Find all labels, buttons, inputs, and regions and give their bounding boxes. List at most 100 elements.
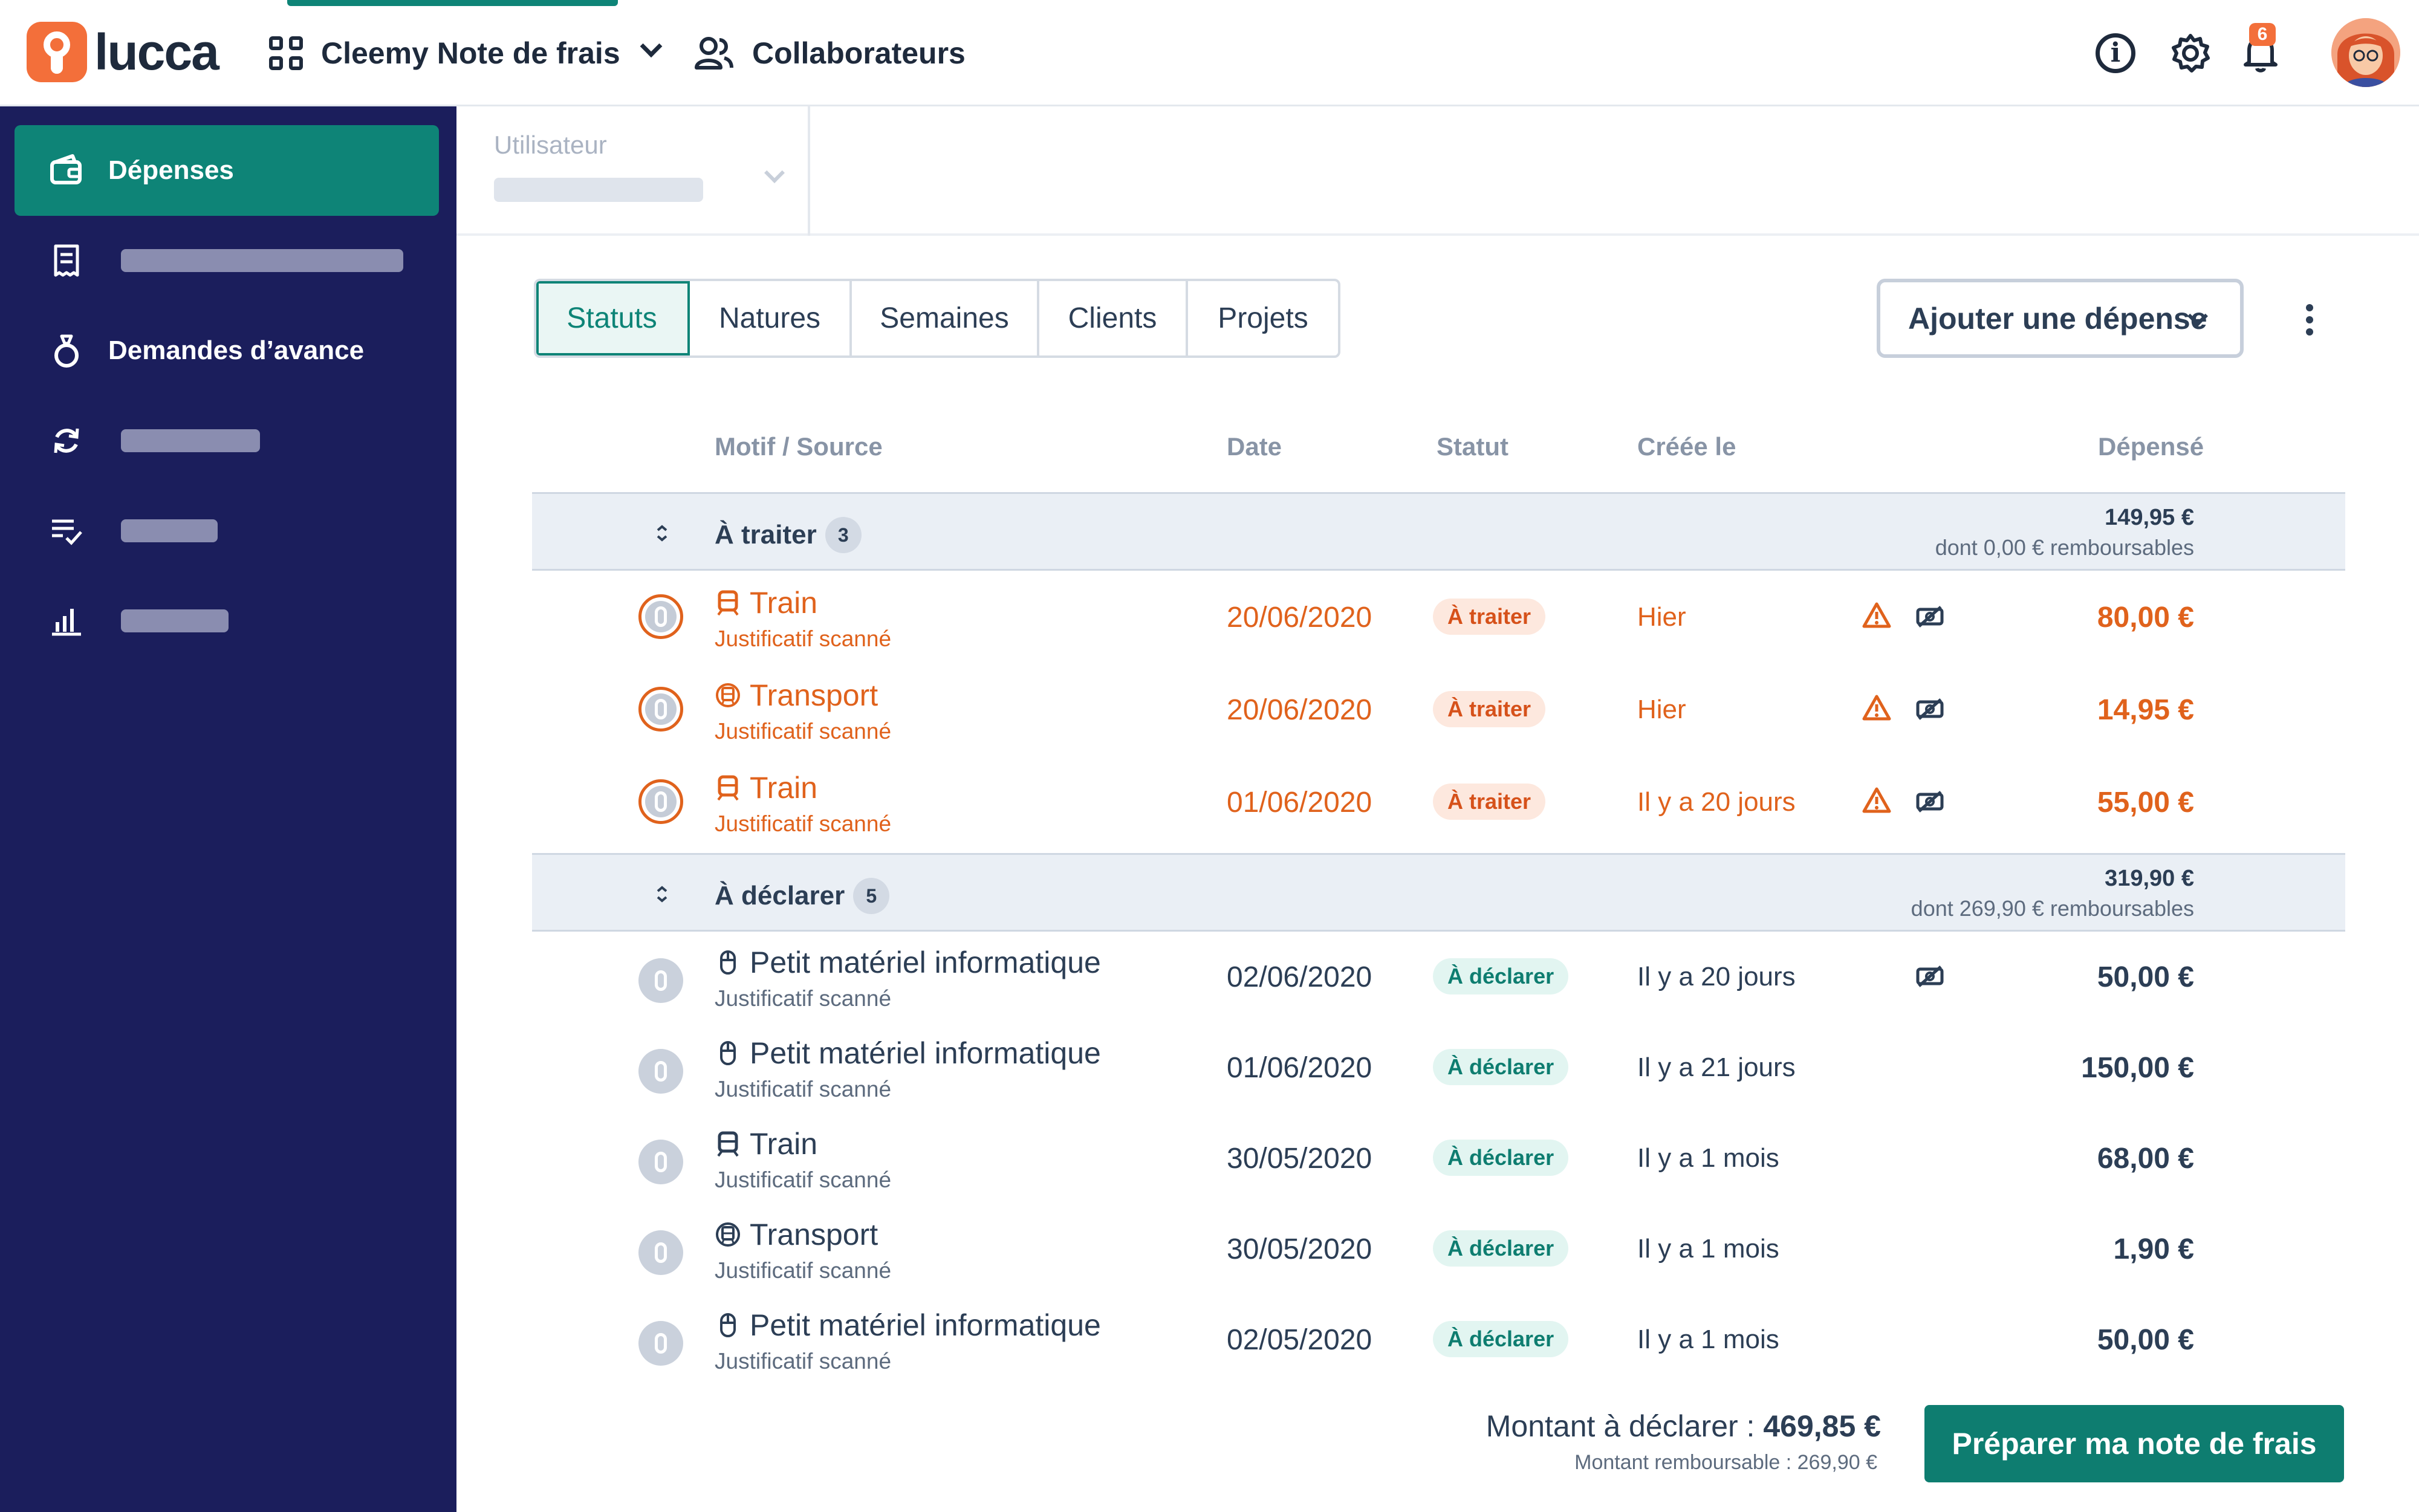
row-motif-label: Petit matériel informatique (750, 946, 1101, 979)
app-switcher[interactable]: Cleemy Note de frais (269, 31, 663, 75)
sidebar-item-checklist[interactable] (15, 485, 439, 576)
group-header-a-traiter[interactable]: À traiter 3 149,95 € dont 0,00 € rembour… (532, 492, 2345, 571)
add-expense-button[interactable]: Ajouter une dépense (1877, 279, 2244, 358)
chevron-down-icon (764, 163, 785, 183)
row-motif-label: Petit matériel informatique (750, 1036, 1101, 1070)
refundable-amount: Montant remboursable : 269,90 € (1574, 1451, 1877, 1474)
row-motif-label: Train (750, 586, 818, 620)
amount-label: Montant à déclarer : (1485, 1409, 1755, 1443)
status-badge: À déclarer (1433, 1049, 1569, 1085)
row-created: Il y a 1 mois (1637, 1325, 1779, 1354)
collapse-icon[interactable] (653, 524, 671, 542)
warning-icon[interactable] (1862, 601, 1891, 630)
sidebar-item-sync[interactable] (15, 395, 439, 486)
no-receipt-icon[interactable] (1914, 605, 1946, 629)
attachment-icon[interactable] (638, 1140, 683, 1184)
info-icon[interactable]: i (2096, 33, 2135, 73)
user-filter-label: Utilisateur (494, 131, 607, 159)
row-date: 20/06/2020 (1227, 694, 1372, 726)
tab-semaines[interactable]: Semaines (852, 281, 1039, 355)
receipt-icon (54, 244, 79, 277)
attachment-icon[interactable] (638, 594, 683, 639)
attachment-icon[interactable] (638, 958, 683, 1003)
no-receipt-icon[interactable] (1914, 790, 1946, 814)
collaborateurs-link[interactable]: Collaborateurs (694, 31, 966, 75)
sidebar-item-depenses[interactable]: Dépenses (15, 125, 439, 216)
group-count-badge: 3 (825, 517, 862, 553)
group-header-a-declarer[interactable]: À déclarer 5 319,90 € dont 269,90 € remb… (532, 853, 2345, 932)
row-source: Justificatif scanné (715, 1077, 892, 1102)
collapse-icon[interactable] (653, 885, 671, 903)
sidebar-item-demandes-avance[interactable]: Demandes d’avance (15, 305, 439, 396)
group-total: 149,95 € (2105, 505, 2194, 530)
no-receipt-icon[interactable] (1914, 964, 1946, 988)
row-amount: 80,00 € (2097, 602, 2194, 634)
sidebar-label-placeholder (121, 519, 218, 542)
row-source: Justificatif scanné (715, 986, 892, 1011)
grouping-tabs: Statuts Natures Semaines Clients Projets (534, 279, 1340, 358)
column-header-depense[interactable]: Dépensé (2098, 432, 2204, 461)
table-row[interactable]: Train Justificatif scanné 30/05/2020 À d… (532, 1114, 2345, 1205)
table-row[interactable]: Petit matériel informatique Justificatif… (532, 1024, 2345, 1114)
lucca-logo[interactable]: lucca (27, 22, 219, 82)
sidebar-item-label: Dépenses (108, 155, 234, 185)
row-motif-label: Transport (750, 1218, 878, 1251)
active-app-indicator (287, 0, 618, 6)
row-amount: 150,00 € (2081, 1052, 2194, 1084)
user-filter[interactable]: Utilisateur (456, 106, 810, 236)
table-row[interactable]: Petit matériel informatique Justificatif… (532, 1296, 2345, 1386)
table-row[interactable]: Transport Justificatif scanné 30/05/2020… (532, 1205, 2345, 1296)
row-source: Justificatif scanné (715, 1258, 892, 1283)
sidebar-item-receipts[interactable] (15, 215, 439, 306)
gear-icon[interactable] (2171, 33, 2210, 73)
table-row[interactable]: Train Justificatif scanné 20/06/2020 À t… (532, 573, 2345, 664)
sidebar: Dépenses Demandes d’avance (0, 106, 456, 1512)
checklist-icon (52, 519, 82, 545)
attachment-icon[interactable] (638, 687, 683, 732)
status-badge: À traiter (1433, 599, 1546, 635)
row-source: Justificatif scanné (715, 811, 892, 836)
row-motif: Petit matériel informatique (715, 945, 1101, 980)
no-receipt-icon[interactable] (1914, 697, 1946, 721)
logo-text: lucca (94, 23, 219, 80)
row-date: 30/05/2020 (1227, 1233, 1372, 1265)
warning-icon[interactable] (1862, 693, 1891, 722)
bus-icon (716, 683, 740, 707)
table-row[interactable]: Petit matériel informatique Justificatif… (532, 933, 2345, 1024)
attachment-icon[interactable] (638, 1049, 683, 1094)
group-title: À traiter 3 (715, 517, 862, 553)
add-expense-label: Ajouter une dépense (1908, 301, 2207, 336)
tab-projets[interactable]: Projets (1188, 281, 1338, 355)
more-options-icon[interactable] (2306, 304, 2316, 336)
tab-clients[interactable]: Clients (1039, 281, 1188, 355)
column-header-creee-le[interactable]: Créée le (1637, 432, 1736, 461)
group-refundable: dont 269,90 € remboursables (1911, 896, 2194, 921)
table-row[interactable]: Transport Justificatif scanné 20/06/2020… (532, 666, 2345, 756)
sidebar-label-placeholder (121, 609, 229, 632)
attachment-icon[interactable] (638, 1321, 683, 1366)
group-refundable: dont 0,00 € remboursables (1935, 535, 2194, 560)
avatar[interactable] (2331, 18, 2400, 87)
train-icon (717, 775, 739, 801)
stats-icon (52, 609, 81, 636)
tab-statuts[interactable]: Statuts (536, 281, 690, 355)
sync-icon (54, 428, 79, 453)
row-amount: 1,90 € (2113, 1233, 2194, 1265)
column-header-statut[interactable]: Statut (1437, 432, 1508, 461)
attachment-icon[interactable] (638, 779, 683, 824)
apps-grid-icon (269, 36, 303, 70)
column-header-date[interactable]: Date (1227, 432, 1282, 461)
tab-natures[interactable]: Natures (690, 281, 852, 355)
train-icon (717, 1131, 739, 1157)
row-created: Hier (1637, 602, 1686, 632)
wallet-icon (50, 154, 82, 184)
sidebar-item-stats[interactable] (15, 576, 439, 666)
sidebar-item-label: Demandes d’avance (108, 336, 365, 365)
row-source: Justificatif scanné (715, 719, 892, 744)
column-header-motif[interactable]: Motif / Source (715, 432, 883, 461)
attachment-icon[interactable] (638, 1230, 683, 1275)
warning-icon[interactable] (1862, 786, 1891, 815)
table-row[interactable]: Train Justificatif scanné 01/06/2020 À t… (532, 758, 2345, 849)
prepare-expense-report-button[interactable]: Préparer ma note de frais (1924, 1405, 2344, 1482)
row-source: Justificatif scanné (715, 1349, 892, 1374)
